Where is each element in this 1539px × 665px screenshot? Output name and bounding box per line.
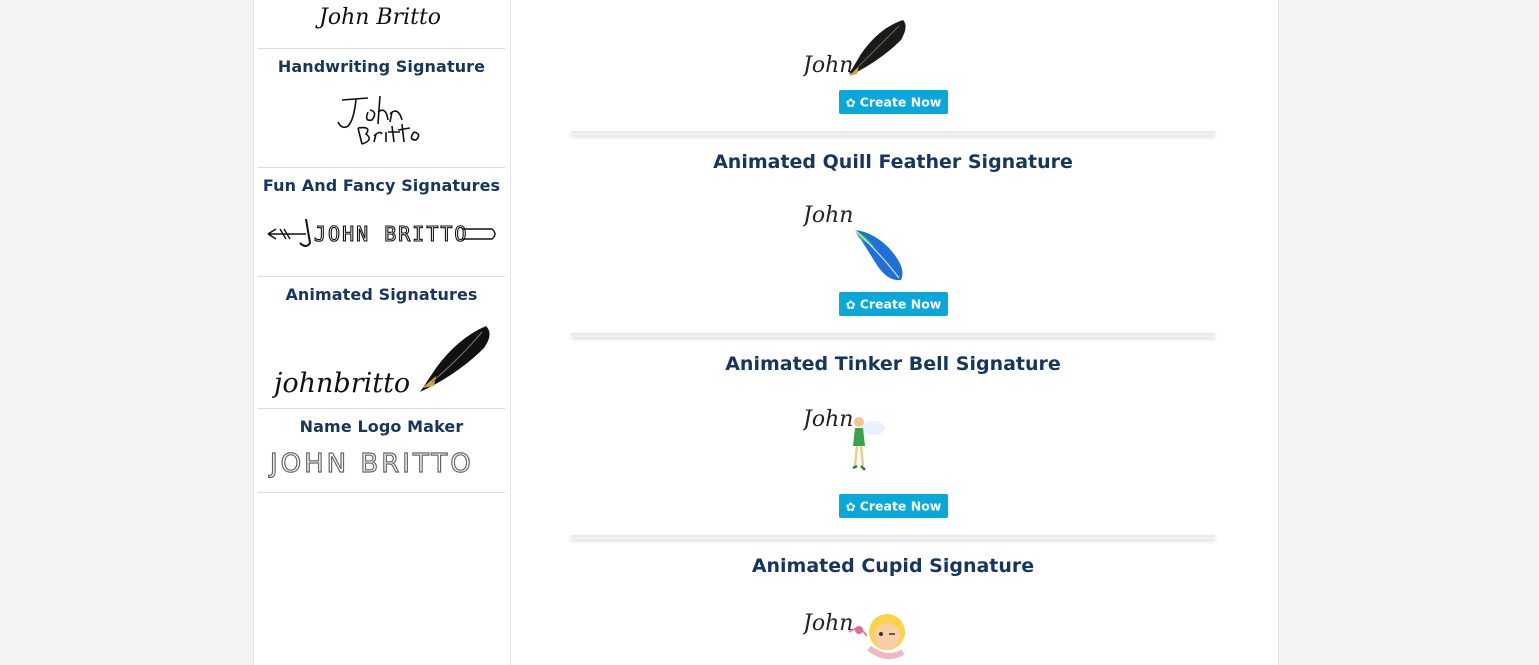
page-container: John Britto Handwriting Signature Fun An… bbox=[253, 0, 1279, 665]
sidebar: John Britto Handwriting Signature Fun An… bbox=[254, 0, 511, 665]
sidebar-item-top-signature[interactable]: John Britto bbox=[258, 0, 505, 49]
sidebar-item-label[interactable]: Animated Signatures bbox=[258, 285, 505, 304]
svg-text:John: John bbox=[803, 53, 853, 78]
tinker-bell-signature-preview: John bbox=[803, 407, 885, 471]
svg-text:johnbritto: johnbritto bbox=[272, 368, 410, 399]
quill-feather-signature-preview: John bbox=[803, 203, 903, 281]
card-title: Animated Quill Feather Signature bbox=[713, 151, 1073, 173]
gear-icon: ✿ bbox=[845, 499, 856, 514]
cupid-signature-preview: John bbox=[803, 611, 905, 660]
card-title: Animated Tinker Bell Signature bbox=[725, 353, 1061, 375]
animated-pen-signature-preview: John bbox=[803, 20, 906, 78]
svg-text:JOHN BRITTO: JOHN BRITTO bbox=[314, 222, 468, 246]
svg-text:JOHN BRITTO: JOHN BRITTO bbox=[268, 449, 474, 478]
animated-signature-pen-image: johnbritto bbox=[272, 326, 490, 399]
gear-icon: ✿ bbox=[845, 297, 856, 312]
svg-text:John: John bbox=[803, 611, 853, 636]
handwriting-signature-image bbox=[337, 95, 420, 145]
create-now-button[interactable]: ✿ Create Now bbox=[839, 90, 948, 114]
sidebar-item-label[interactable]: Handwriting Signature bbox=[258, 57, 505, 76]
create-now-button[interactable]: ✿ Create Now bbox=[839, 292, 948, 316]
svg-text:John: John bbox=[803, 203, 853, 228]
fancy-signature-image: JOHN BRITTO bbox=[267, 218, 496, 247]
sidebar-item-label[interactable]: Name Logo Maker bbox=[258, 417, 505, 436]
script-signature-image: John Britto bbox=[315, 5, 441, 30]
card-divider bbox=[571, 535, 1215, 539]
name-logo-image: JOHN BRITTO bbox=[268, 448, 474, 478]
gear-icon: ✿ bbox=[845, 95, 856, 110]
sidebar-item-label[interactable]: Fun And Fancy Signatures bbox=[258, 176, 505, 195]
card-title: Animated Cupid Signature bbox=[751, 555, 1035, 577]
card-divider bbox=[571, 333, 1215, 337]
card-divider bbox=[571, 131, 1215, 135]
sidebar-item-handwriting-signature[interactable]: Handwriting Signature bbox=[258, 48, 505, 168]
svg-text:John Britto: John Britto bbox=[315, 5, 441, 30]
signature-cards-list: John ✿ Create Now Animated Quill Feather … bbox=[511, 0, 1277, 665]
svg-text:John: John bbox=[803, 407, 853, 432]
create-now-button[interactable]: ✿ Create Now bbox=[839, 494, 948, 518]
sidebar-item-animated-signatures[interactable]: Animated Signatures johnbritto bbox=[258, 276, 505, 409]
sidebar-item-fun-and-fancy-signatures[interactable]: Fun And Fancy Signatures JOHN BRITTO bbox=[258, 167, 505, 277]
sidebar-item-name-logo-maker[interactable]: Name Logo Maker JOHN BRITTO bbox=[258, 408, 505, 493]
